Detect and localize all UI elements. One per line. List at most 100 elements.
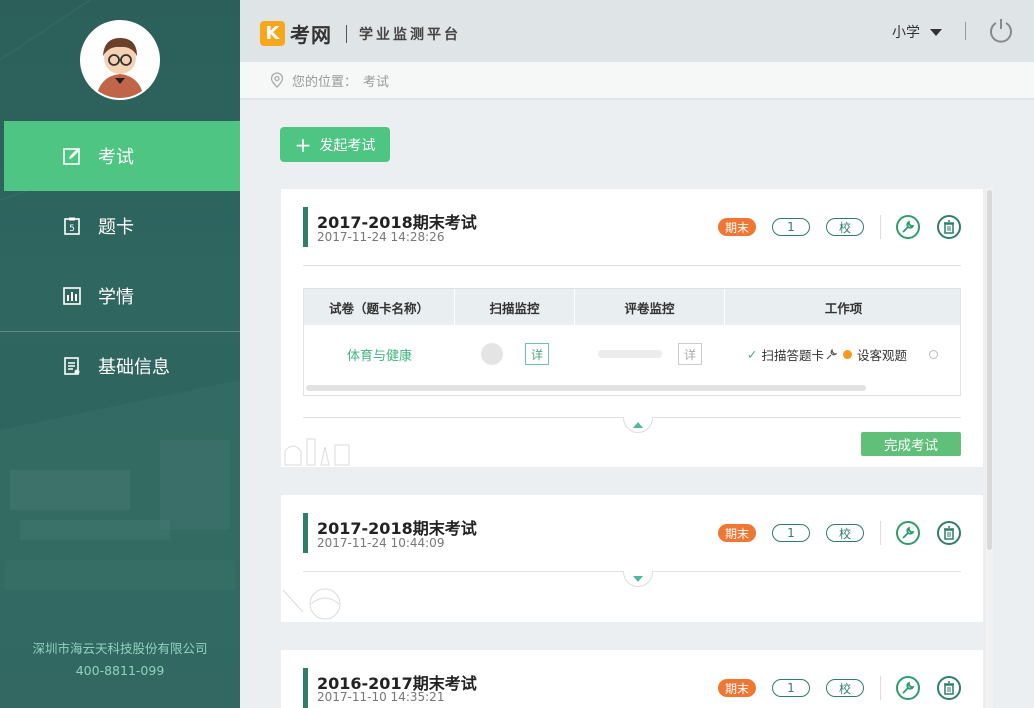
logo-name: 考网 — [290, 23, 332, 47]
count-tag: 1 — [772, 218, 810, 236]
breadcrumb: 您的位置： 考试 — [240, 62, 1034, 100]
scope-tag: 校 — [826, 679, 864, 697]
pending-dot-icon — [843, 349, 852, 359]
chevron-up-icon — [633, 421, 643, 428]
scan-status-indicator — [481, 343, 503, 365]
trash-icon — [944, 220, 954, 234]
trash-icon — [944, 681, 954, 695]
exam-date: 2017-11-10 14:35:21 — [317, 690, 445, 704]
logo[interactable]: K 考网 学业监测平台 — [260, 19, 461, 48]
sidebar-divider — [0, 331, 240, 332]
delete-button[interactable] — [937, 676, 961, 700]
edit-icon — [62, 146, 82, 166]
exam-card: 2017-2018期末考试 2017-11-24 10:44:09 期末 1 校 — [281, 495, 983, 622]
paper-table: 试卷（题卡名称） 扫描监控 评卷监控 工作项 体育与健康 详 详 ✓ 扫描答题卡 — [303, 288, 961, 396]
launch-exam-label: 发起考试 — [319, 137, 376, 154]
wrench-icon — [902, 220, 915, 233]
card-divider — [303, 265, 961, 266]
col-work-header: 工作项 — [824, 300, 863, 316]
horizontal-scrollbar[interactable] — [306, 385, 866, 391]
work-item-done[interactable]: 扫描答题卡 — [761, 345, 824, 364]
term-tag: 期末 — [718, 679, 756, 697]
table-header: 试卷（题卡名称） 扫描监控 评卷监控 工作项 — [304, 289, 960, 325]
platform-name: 学业监测平台 — [359, 26, 461, 43]
power-icon[interactable] — [988, 17, 1014, 43]
exam-card: 2016-2017期末考试 2017-11-10 14:35:21 期末 1 校 — [281, 650, 983, 708]
location-pin-icon — [270, 72, 284, 88]
chevron-down-icon — [930, 28, 942, 36]
sidebar-item-label: 学情 — [98, 287, 134, 308]
work-item-pending[interactable]: 设客观题 — [857, 345, 907, 364]
finish-exam-button[interactable]: 完成考试 — [861, 432, 961, 456]
sidebar-item-analysis[interactable]: 学情 — [0, 261, 240, 331]
sidebar-item-label: 题卡 — [98, 217, 134, 238]
plus-icon: + — [294, 132, 312, 157]
launch-exam-button[interactable]: + 发起考试 — [280, 127, 390, 162]
expand-button[interactable] — [623, 571, 653, 587]
count-tag: 1 — [772, 524, 810, 542]
chevron-down-icon — [633, 575, 643, 582]
scrollbar-thumb[interactable] — [987, 190, 992, 550]
sidebar-item-basic-info[interactable]: 基础信息 — [0, 331, 240, 401]
scope-tag: 校 — [826, 218, 864, 236]
table-row: 体育与健康 详 详 ✓ 扫描答题卡 设客观题 — [304, 325, 960, 383]
support-phone: 400-8811-099 — [75, 663, 165, 678]
grade-value: 小学 — [892, 25, 920, 41]
title-accent-bar — [303, 207, 308, 247]
sidebar-footer: 深圳市海云天科技股份有限公司 400-8811-099 — [0, 638, 240, 682]
avatar[interactable] — [80, 20, 160, 100]
wrench-small-icon — [826, 348, 837, 359]
breadcrumb-prefix: 您的位置： — [292, 74, 358, 90]
exam-date: 2017-11-24 14:28:26 — [317, 230, 445, 244]
document-icon — [62, 356, 82, 376]
paper-name-link[interactable]: 体育与健康 — [347, 345, 412, 364]
check-icon: ✓ — [747, 346, 758, 362]
scope-tag: 校 — [826, 524, 864, 542]
company-name: 深圳市海云天科技股份有限公司 — [32, 641, 208, 656]
delete-button[interactable] — [937, 215, 961, 239]
sidebar-item-exam[interactable]: 考试 — [4, 121, 240, 191]
col-marking-header: 评卷监控 — [575, 289, 725, 325]
svg-text:5: 5 — [69, 224, 75, 234]
header-divider — [965, 22, 966, 40]
breadcrumb-current[interactable]: 考试 — [363, 71, 389, 90]
settings-button[interactable] — [896, 676, 920, 700]
col-paper-header: 试卷（题卡名称） — [304, 289, 455, 325]
card-icon: 5 — [62, 216, 82, 236]
settings-button[interactable] — [896, 215, 920, 239]
term-tag: 期末 — [718, 218, 756, 236]
empty-dot-icon — [929, 349, 939, 359]
vertical-scrollbar[interactable] — [986, 188, 993, 708]
scan-detail-button[interactable]: 详 — [525, 343, 549, 365]
sidebar-nav: 考试 5 题卡 学情 基础信息 — [0, 121, 240, 401]
globe-decoration — [282, 588, 341, 620]
sidebar: 考试 5 题卡 学情 基础信息 深圳市海云天科技股份有限公司 400-8811-… — [0, 0, 240, 708]
logo-divider — [346, 24, 347, 43]
sidebar-item-card[interactable]: 5 题卡 — [0, 191, 240, 261]
bar-chart-icon — [62, 286, 82, 306]
marking-progress-bar — [598, 350, 662, 358]
marking-detail-button[interactable]: 详 — [678, 343, 702, 365]
term-tag: 期末 — [718, 524, 756, 542]
col-scan-header: 扫描监控 — [455, 289, 575, 325]
title-accent-bar — [303, 513, 308, 553]
action-divider — [880, 215, 881, 239]
settings-button[interactable] — [896, 521, 920, 545]
sidebar-item-label: 考试 — [98, 147, 134, 168]
action-divider — [880, 521, 881, 545]
trash-icon — [944, 526, 954, 540]
grade-dropdown[interactable]: 小学 — [892, 22, 942, 42]
delete-button[interactable] — [937, 521, 961, 545]
sidebar-item-label: 基础信息 — [98, 357, 170, 378]
exam-date: 2017-11-24 10:44:09 — [317, 536, 445, 550]
top-header: K 考网 学业监测平台 小学 — [240, 0, 1034, 62]
exam-card: 2017-2018期末考试 2017-11-24 14:28:26 期末 1 校… — [281, 189, 983, 467]
count-tag: 1 — [772, 679, 810, 697]
collapse-button[interactable] — [623, 417, 653, 433]
lab-equipment-decoration — [284, 438, 350, 466]
wrench-icon — [902, 526, 915, 539]
logo-mark: K — [260, 21, 285, 46]
title-accent-bar — [303, 668, 308, 708]
wrench-icon — [902, 681, 915, 694]
action-divider — [880, 676, 881, 700]
